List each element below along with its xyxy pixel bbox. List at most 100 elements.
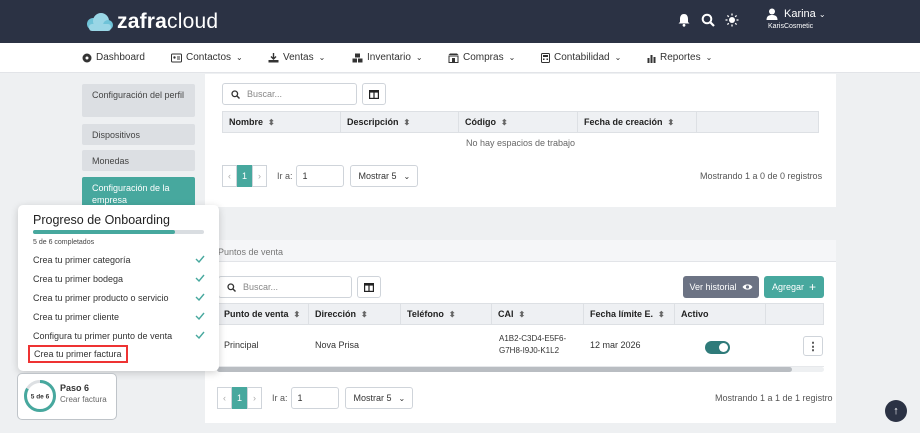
user-name: Karina xyxy=(784,8,816,20)
page-size-select[interactable]: Mostrar 5 ⌄ xyxy=(344,387,413,409)
cell-cai-line2: G7H8-I9J0-K1L2 xyxy=(499,346,560,355)
view-history-button[interactable]: Ver historial xyxy=(683,276,759,298)
onboarding-step-widget[interactable]: 5 de 6 Paso 6 Crear factura xyxy=(17,373,117,420)
scroll-top-button[interactable]: ↑ xyxy=(885,400,907,422)
ring-text: 5 de 6 xyxy=(31,394,50,401)
chevron-down-icon: ⌄ xyxy=(614,53,622,62)
columns-toggle-button[interactable] xyxy=(357,276,381,298)
bell-icon[interactable] xyxy=(677,13,691,27)
logo[interactable]: zafracloud xyxy=(84,10,218,34)
user-menu[interactable]: Karina ⌄ KarisCosmetic xyxy=(766,8,826,30)
nav-inventario[interactable]: Inventario ⌄ xyxy=(352,52,423,63)
onboarding-progress-bar xyxy=(33,230,204,234)
page-size-select[interactable]: Mostrar 5 ⌄ xyxy=(349,165,418,187)
user-org: KarisCosmetic xyxy=(768,23,814,30)
scrollbar-thumb[interactable] xyxy=(217,367,792,372)
accounting-icon xyxy=(541,52,550,63)
check-icon xyxy=(195,312,205,322)
task-producto[interactable]: Crea tu primer producto o servicio xyxy=(33,293,205,303)
search-icon xyxy=(231,89,240,99)
purchases-icon xyxy=(448,53,459,63)
check-icon xyxy=(195,293,205,303)
page-button[interactable]: 1 xyxy=(232,387,247,409)
logo-text: zafracloud xyxy=(117,10,219,33)
col-descripcion[interactable]: Descripción ⬍ xyxy=(341,112,459,132)
task-bodega[interactable]: Crea tu primer bodega xyxy=(33,274,205,284)
search-icon[interactable] xyxy=(701,13,715,27)
sidebar-item-perfil[interactable]: Configuración del perfil xyxy=(82,84,195,117)
workspaces-table-header: Nombre ⬍ Descripción ⬍ Código ⬍ Fecha de cr… xyxy=(222,111,819,133)
col-codigo[interactable]: Código ⬍ xyxy=(459,112,578,132)
cell-deadline: 12 mar 2026 xyxy=(590,340,641,350)
top-bar: zafracloud Karina ⌄ KarisCosmetic xyxy=(0,0,920,43)
next-page-button[interactable]: › xyxy=(247,387,262,409)
onboarding-count: 5 de 6 completados xyxy=(33,239,95,246)
sun-icon[interactable] xyxy=(725,13,739,27)
col-activo[interactable]: Activo xyxy=(675,304,766,324)
col-telefono[interactable]: Teléfono ⬍ xyxy=(401,304,492,324)
search-placeholder: Buscar... xyxy=(243,282,279,292)
col-punto-venta[interactable]: Punto de venta ⬍ xyxy=(218,304,309,324)
task-categoria[interactable]: Crea tu primer categoría xyxy=(33,255,205,265)
pos-pagination: ‹ 1 › Ir a: 1 Mostrar 5 ⌄ xyxy=(217,387,413,409)
sort-icon: ⬍ xyxy=(658,309,665,319)
goto-label: Ir a: xyxy=(277,171,293,181)
task-punto-venta[interactable]: Configura tu primer punto de venta xyxy=(33,331,205,341)
kebab-icon: ⋮ xyxy=(807,340,819,353)
sort-icon: ⬍ xyxy=(667,117,675,127)
columns-toggle-button[interactable] xyxy=(362,83,386,105)
sidebar-item-empresa[interactable]: Configuración de la empresa xyxy=(82,177,195,207)
nav-label: Contactos xyxy=(186,52,232,63)
sidebar-item-dispositivos[interactable]: Dispositivos xyxy=(82,124,195,145)
nav-contabilidad[interactable]: Contabilidad ⌄ xyxy=(541,52,621,63)
inventory-icon xyxy=(352,53,363,62)
nav-reportes[interactable]: Reportes ⌄ xyxy=(647,52,712,63)
eye-icon xyxy=(742,284,753,290)
col-fecha-limite[interactable]: Fecha límite E. ⬍ xyxy=(584,304,675,324)
cloud-logo-icon xyxy=(87,13,113,31)
col-direccion[interactable]: Dirección ⬍ xyxy=(309,304,401,324)
next-page-button[interactable]: › xyxy=(252,165,267,187)
task-cliente[interactable]: Crea tu primer cliente xyxy=(33,312,205,322)
prev-page-button[interactable]: ‹ xyxy=(222,165,237,187)
workspaces-info: Mostrando 1 a 0 de 0 registros xyxy=(700,171,823,181)
active-toggle[interactable] xyxy=(705,341,730,354)
sort-icon: ⬍ xyxy=(268,117,275,127)
horizontal-scrollbar[interactable] xyxy=(217,367,824,372)
nav-label: Contabilidad xyxy=(554,52,610,63)
cell-name: Principal xyxy=(224,340,259,350)
col-actions xyxy=(697,112,818,132)
page-button[interactable]: 1 xyxy=(237,165,252,187)
nav-compras[interactable]: Compras ⌄ xyxy=(448,52,515,63)
col-fecha[interactable]: Fecha de creación ⬍ xyxy=(578,112,697,132)
prev-page-button[interactable]: ‹ xyxy=(217,387,232,409)
col-nombre[interactable]: Nombre ⬍ xyxy=(223,112,341,132)
col-cai[interactable]: CAI ⬍ xyxy=(492,304,584,324)
add-pos-button[interactable]: Agregar + xyxy=(764,276,824,298)
main-nav: Dashboard Contactos ⌄ Ventas ⌄ Inventario ⌄… xyxy=(0,43,920,73)
chevron-down-icon: ⌄ xyxy=(403,171,411,181)
chevron-down-icon: ⌄ xyxy=(236,53,243,62)
row-actions-button[interactable]: ⋮ xyxy=(803,336,823,356)
sidebar-item-monedas[interactable]: Monedas xyxy=(82,150,195,171)
sort-icon: ⬍ xyxy=(448,309,456,319)
pos-search-input[interactable]: Buscar... xyxy=(218,276,352,298)
step-sub: Crear factura xyxy=(60,395,107,404)
task-factura[interactable]: Crea tu primer factura xyxy=(28,345,128,363)
pos-card-header xyxy=(205,240,836,262)
nav-dashboard[interactable]: Dashboard xyxy=(82,52,145,63)
nav-ventas[interactable]: Ventas ⌄ xyxy=(268,52,325,63)
goto-page-input[interactable]: 1 xyxy=(290,387,339,409)
workspaces-pagination: ‹ 1 › Ir a: 1 Mostrar 5 ⌄ xyxy=(222,165,418,187)
goto-page-input[interactable]: 1 xyxy=(295,165,344,187)
goto-label: Ir a: xyxy=(272,393,288,403)
columns-icon xyxy=(364,282,374,292)
arrow-up-icon: ↑ xyxy=(893,405,899,417)
search-placeholder: Buscar... xyxy=(247,89,283,99)
sales-icon xyxy=(268,52,279,62)
workspaces-search-input[interactable]: Buscar... xyxy=(222,83,357,105)
user-icon xyxy=(766,8,778,20)
nav-contactos[interactable]: Contactos ⌄ xyxy=(171,52,243,63)
pos-title: Puntos de venta xyxy=(218,247,284,257)
nav-label: Inventario xyxy=(367,52,411,63)
